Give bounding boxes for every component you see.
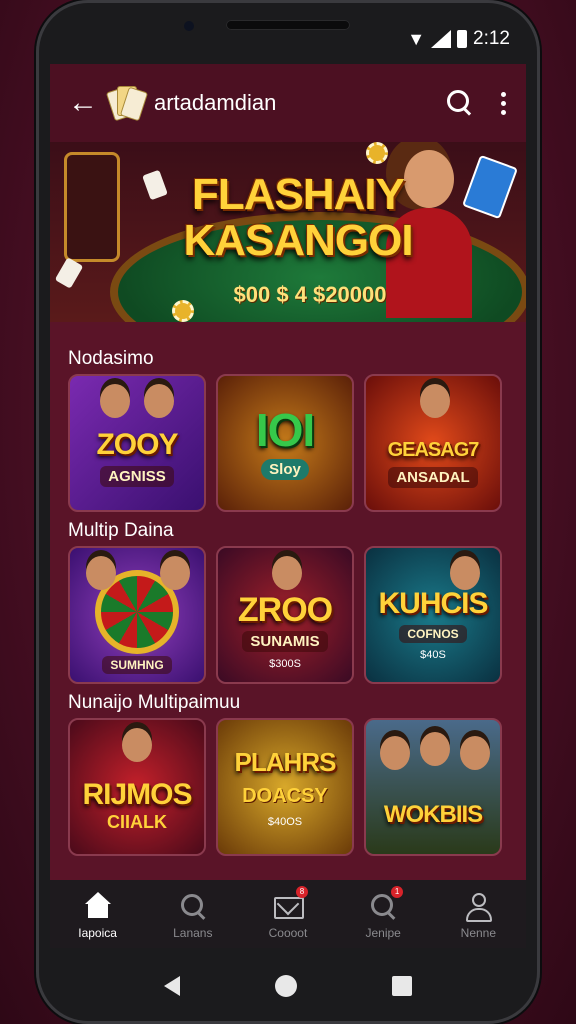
- nav-item-home[interactable]: Iapoica: [58, 892, 138, 940]
- game-title: PLAHRS: [234, 746, 337, 777]
- game-tile[interactable]: PLAHRS DOACSY $40OS: [216, 718, 354, 856]
- battery-icon: [457, 30, 468, 48]
- game-grid-row: ZOOY AGNISS IOI Sloy GEASAG7 ANSADAL: [50, 374, 526, 512]
- game-tile[interactable]: ZOOY AGNISS: [68, 374, 206, 512]
- system-navigation-bar: [36, 948, 540, 1024]
- game-subtitle: Sloy: [261, 458, 309, 480]
- phone-frame: ▼ 2:12 ← artadamdian FLASHAIY KASANGOI $…: [36, 0, 540, 1024]
- front-camera: [184, 21, 194, 31]
- game-tile[interactable]: IOI Sloy: [216, 374, 354, 512]
- banner-title: FLASHAIY KASANGOI: [183, 170, 413, 265]
- card-image: [142, 169, 168, 201]
- game-tile[interactable]: SUMHNG: [68, 546, 206, 684]
- system-home-icon[interactable]: [274, 975, 297, 997]
- nav-item-search[interactable]: Lanans: [153, 892, 233, 940]
- game-title: IOI: [255, 403, 315, 456]
- status-time: 2:12: [473, 28, 510, 49]
- section-title: Nunaijo Multipaimuu: [68, 692, 241, 713]
- game-tile[interactable]: RIJMOS CIIALK: [68, 718, 206, 856]
- chip-image: [172, 300, 194, 322]
- nav-item-profile[interactable]: Nenne: [438, 892, 518, 940]
- app-title: artadamdian: [154, 90, 277, 115]
- arrow-left-icon[interactable]: ←: [68, 86, 108, 120]
- nav-item-discover[interactable]: 1 Jenipe: [343, 886, 423, 940]
- search-icon[interactable]: [444, 87, 476, 119]
- playing-cards-icon: [105, 83, 149, 123]
- game-title: ZOOY: [96, 427, 178, 461]
- system-recents-icon[interactable]: [392, 976, 413, 996]
- bottom-navigation: Iapoica Lanans 8 Coooot 1 Jenipe Nenne: [50, 880, 526, 948]
- game-subtitle: SUNAMIS: [242, 630, 328, 652]
- system-back-icon[interactable]: [163, 976, 180, 996]
- earpiece-speaker: [226, 20, 350, 30]
- game-subtitle: DOACSY: [242, 784, 328, 807]
- game-grid-row: SUMHNG ZROO SUNAMIS $300S KUHCIS COFNOS …: [50, 546, 526, 684]
- notification-badge: 1: [391, 886, 404, 898]
- game-price: $300S: [269, 657, 301, 670]
- game-tile[interactable]: ZROO SUNAMIS $300S: [216, 546, 354, 684]
- status-bar: ▼ 2:12: [407, 28, 510, 50]
- game-subtitle: COFNOS: [399, 625, 467, 643]
- app-bar: ← artadamdian: [50, 64, 526, 142]
- nav-label: Lanans: [173, 926, 213, 940]
- game-tile[interactable]: WOKBIIS: [364, 718, 502, 856]
- game-title: WOKBIIS: [383, 801, 483, 828]
- user-icon: [463, 892, 493, 922]
- game-grid-row: RIJMOS CIIALK PLAHRS DOACSY $40OS WOKBII…: [50, 718, 526, 856]
- game-tile[interactable]: KUHCIS COFNOS $40S: [364, 546, 502, 684]
- nav-label: Nenne: [460, 926, 497, 940]
- game-title: RIJMOS: [82, 777, 192, 811]
- promo-banner[interactable]: FLASHAIY KASANGOI $00 $ 4 $20000: [50, 142, 526, 322]
- nav-label: Iapoica: [78, 926, 117, 940]
- game-price: $40OS: [267, 815, 303, 828]
- nav-label: Coooot: [268, 926, 308, 940]
- banner-amount: $00 $ 4 $20000: [233, 282, 387, 307]
- game-price: $40S: [420, 649, 446, 661]
- game-subtitle: AGNISS: [100, 465, 174, 487]
- slot-machine-image: [64, 152, 120, 262]
- wifi-icon: ▼: [407, 28, 426, 49]
- home-icon: [83, 892, 113, 920]
- game-subtitle: SUMHNG: [102, 656, 172, 674]
- section-title: Nodasimo: [68, 348, 154, 369]
- game-title: KUHCIS: [378, 587, 488, 620]
- search-icon: [178, 892, 208, 920]
- cellular-signal-icon: [431, 30, 452, 48]
- nav-label: Jenipe: [365, 926, 401, 940]
- game-tile[interactable]: GEASAG7 ANSADAL: [364, 374, 502, 512]
- more-vertical-icon[interactable]: [498, 91, 508, 115]
- section-title: Multip Daina: [68, 520, 174, 541]
- app-screen: ← artadamdian FLASHAIY KASANGOI $00 $ 4 …: [50, 64, 526, 948]
- nav-item-mail[interactable]: 8 Coooot: [248, 886, 328, 940]
- game-title: GEASAG7: [387, 438, 480, 461]
- game-subtitle: CIIALK: [107, 811, 167, 832]
- game-subtitle: ANSADAL: [388, 466, 478, 488]
- notification-badge: 8: [295, 886, 308, 898]
- game-title: ZROO: [237, 590, 333, 629]
